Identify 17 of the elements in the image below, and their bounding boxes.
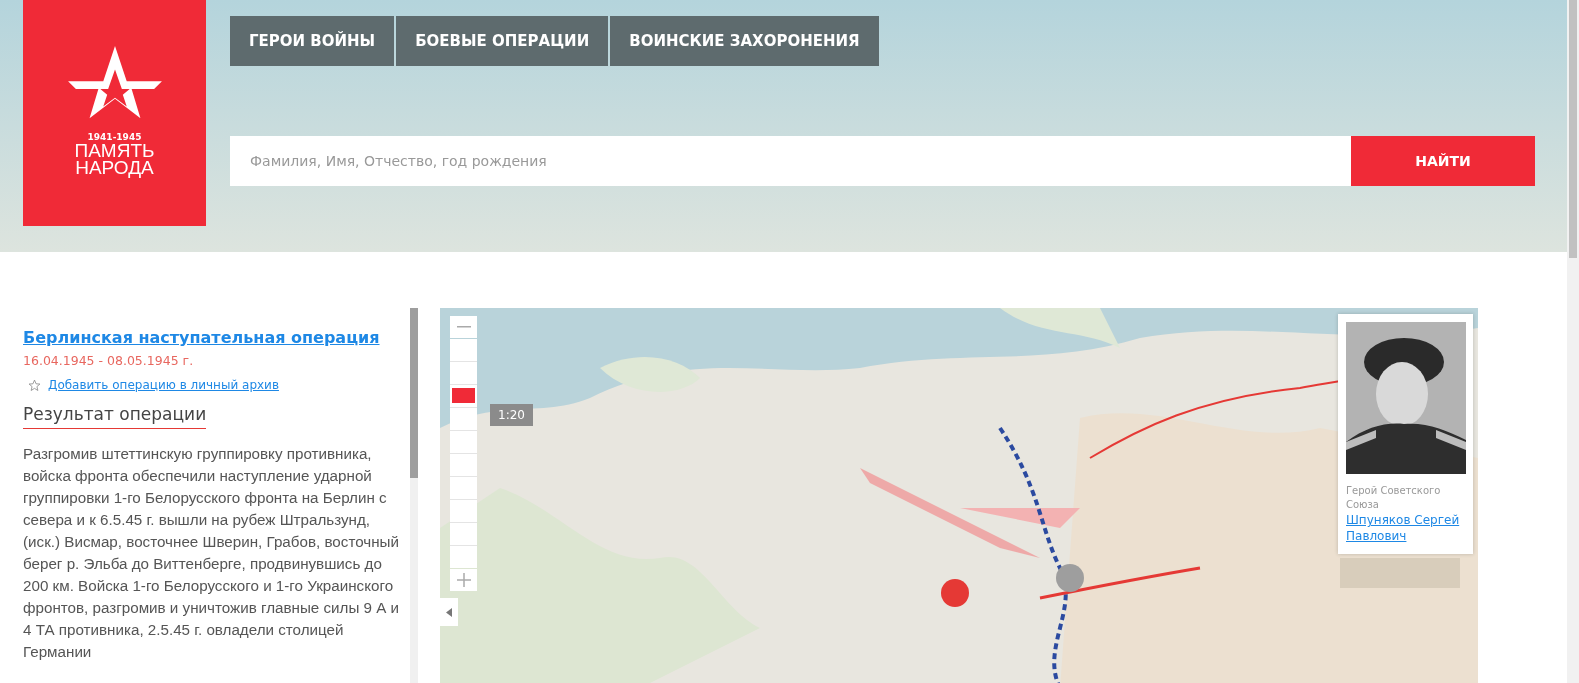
scrollbar[interactable]	[410, 308, 418, 683]
operation-description: Разгромив штеттинскую группировку противника, войска фронта обеспечили наступление ударной группировки 1-го Белорусского фронта на Берлин с севера и к 6.5.45 г. вышли на рубеж Штральзунд, (иск.) Висмар, восточнее Шверин, Грабов, восточный берег р. Эльба до Виттенберге, продвинувшись до 200 км. Войска 1-го Белорусского и 1-го Украинского фронтов, разгромив и уничтожив главные силы 9 А и 4 ТА противника, 2.5.45 г. овладели столицей Германии	[23, 444, 401, 662]
scrollbar[interactable]	[1567, 0, 1579, 683]
logo-years: 1941-1945	[87, 132, 142, 142]
nav-tab[interactable]: ВОИНСКИЕ ЗАХОРОНЕНИЯ	[610, 16, 879, 66]
nav-tab[interactable]: БОЕВЫЕ ОПЕРАЦИИ	[396, 16, 609, 66]
logo[interactable]: 1941-1945 ПАМЯТЬ НАРОДА	[23, 0, 206, 226]
nav-tab[interactable]: ГЕРОИ ВОЙНЫ	[230, 16, 395, 66]
logo-text: НАРОДА	[75, 159, 154, 176]
section-heading: Результат операции	[23, 404, 207, 429]
logo-text: ПАМЯТЬ	[74, 142, 155, 159]
add-to-archive-link[interactable]: Добавить операцию в личный архив	[48, 378, 279, 392]
search-field[interactable]: Фамилия, Имя, Отчество, год рождения	[230, 136, 1351, 186]
operation-dates: 16.04.1945 - 08.05.1945 г.	[23, 353, 195, 368]
operation-title-link[interactable]: Берлинская наступательная операция	[23, 328, 380, 347]
search-button[interactable]: НАЙТИ	[1351, 136, 1535, 186]
star-icon[interactable]	[28, 378, 41, 392]
